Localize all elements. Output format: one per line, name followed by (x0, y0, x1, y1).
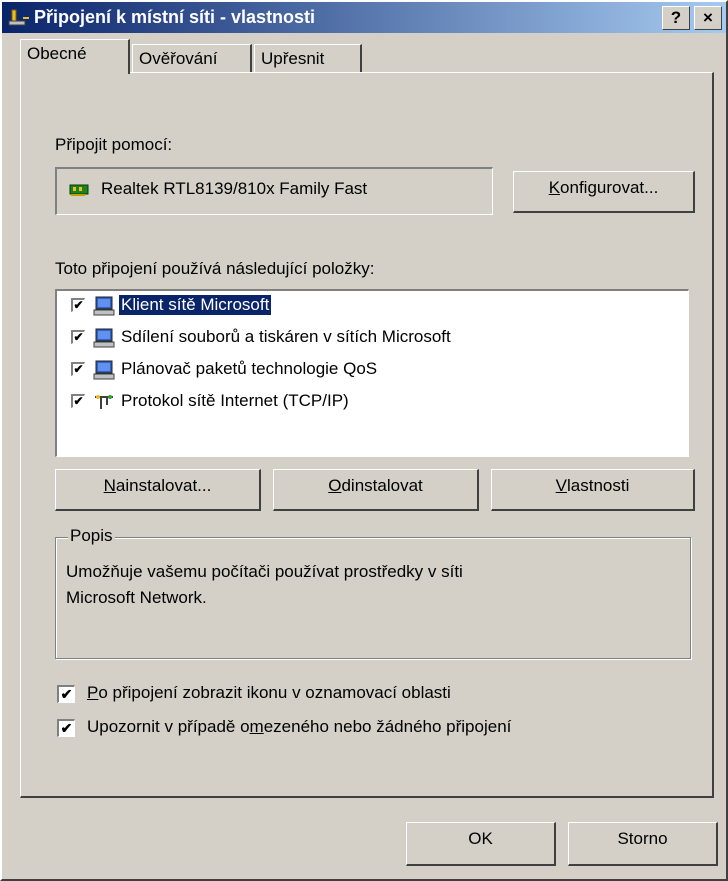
help-button[interactable]: ? (662, 6, 690, 30)
description-text-line-1: Umožňuje vašemu počítači používat prostř… (66, 562, 463, 581)
network-service-icon (93, 328, 115, 348)
configure-accel: K (548, 178, 561, 197)
tab-authentication[interactable]: Ověřování (132, 44, 252, 74)
tab-general-label: Obecné (27, 44, 87, 63)
install-button[interactable]: Nainstalovat... (55, 469, 261, 511)
notify-label: Upozornit v případě omezeného nebo žádné… (87, 717, 512, 736)
show-icon-checkbox[interactable]: ✔ (57, 685, 75, 703)
tab-advanced[interactable]: Upřesnit (254, 44, 362, 74)
components-list[interactable]: ✔ Klient sítě Microsoft ✔ Sdílení soubor… (55, 289, 689, 457)
properties-dialog: Připojení k místní síti - vlastnosti ? ×… (0, 0, 728, 881)
network-client-icon (93, 296, 115, 316)
title-bar[interactable]: Připojení k místní síti - vlastnosti ? × (2, 2, 726, 33)
component-label: Klient sítě Microsoft (117, 294, 273, 316)
component-checkbox[interactable]: ✔ (71, 298, 85, 312)
tab-general[interactable]: Obecné (20, 39, 130, 74)
network-protocol-icon (95, 395, 113, 409)
network-connection-icon (8, 9, 29, 26)
adapter-field: Realtek RTL8139/810x Family Fast (55, 167, 493, 215)
component-label: Sdílení souborů a tiskáren v sítích Micr… (121, 327, 451, 346)
description-text-line-2: Microsoft Network. (66, 588, 207, 607)
properties-button[interactable]: Vlastnosti (491, 469, 695, 511)
tab-authentication-label: Ověřování (139, 49, 218, 68)
adapter-name: Realtek RTL8139/810x Family Fast (101, 179, 368, 198)
show-icon-label: Po připojení zobrazit ikonu v oznamovací… (87, 683, 451, 702)
configure-label: onfigurovat... (560, 178, 659, 197)
window-title: Připojení k místní síti - vlastnosti (34, 7, 316, 27)
components-label: Toto připojení používá následující polož… (55, 259, 375, 278)
connect-using-label: Připojit pomocí: (55, 135, 173, 154)
tab-panel-general: Připojit pomocí: Realtek RTL8139/810x Fa… (20, 72, 714, 798)
close-button[interactable]: × (694, 6, 722, 30)
component-label: Plánovač paketů technologie QoS (121, 359, 378, 378)
description-legend: Popis (68, 526, 115, 546)
component-checkbox[interactable]: ✔ (71, 362, 85, 376)
tab-advanced-label: Upřesnit (261, 49, 325, 68)
component-checkbox[interactable]: ✔ (71, 394, 85, 408)
component-checkbox[interactable]: ✔ (71, 330, 85, 344)
network-service-icon (93, 360, 115, 380)
configure-button[interactable]: Konfigurovat... (513, 171, 695, 213)
uninstall-button[interactable]: Odinstalovat (273, 469, 479, 511)
ok-button[interactable]: OK (406, 822, 556, 866)
component-label: Protokol sítě Internet (TCP/IP) (121, 391, 349, 410)
notify-checkbox[interactable]: ✔ (57, 719, 75, 737)
cancel-button[interactable]: Storno (568, 822, 718, 866)
network-adapter-icon (69, 184, 89, 196)
description-group: Popis Umožňuje vašemu počítači používat … (55, 526, 691, 659)
